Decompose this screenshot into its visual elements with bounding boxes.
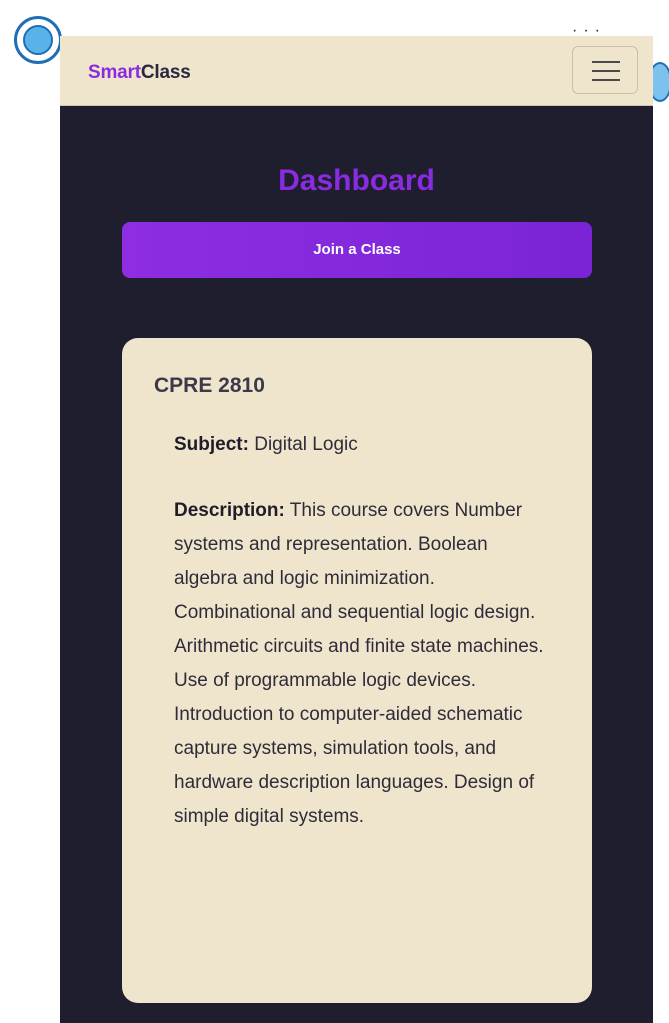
brand-logo[interactable]: SmartClass: [88, 62, 191, 84]
app-viewport: SmartClass Dashboard Join a Class CPRE 2…: [60, 36, 653, 1023]
hamburger-menu-icon: [592, 61, 620, 63]
subject-label: Subject:: [174, 434, 249, 455]
join-class-button[interactable]: Join a Class: [122, 222, 592, 278]
description-label: Description:: [174, 500, 285, 521]
menu-toggle-button[interactable]: [572, 46, 638, 94]
record-indicator-dot: [23, 25, 53, 55]
course-name: CPRE 2810: [154, 374, 265, 397]
course-subject: Subject: Digital Logic: [174, 428, 560, 462]
brand-part-class: Class: [140, 62, 191, 83]
subject-value: Digital Logic: [254, 434, 358, 455]
hamburger-menu-icon-bar: [592, 79, 620, 81]
description-value: This course covers Number systems and re…: [174, 500, 544, 827]
record-indicator-icon: [14, 16, 62, 64]
course-card[interactable]: CPRE 2810 Subject: Digital Logic Descrip…: [122, 338, 592, 1003]
navbar: SmartClass: [60, 36, 653, 106]
course-description: Description: This course covers Number s…: [174, 494, 554, 834]
brand-part-smart: Smart: [88, 62, 141, 83]
page-title: Dashboard: [278, 164, 435, 197]
hamburger-menu-icon-bar: [592, 70, 620, 72]
